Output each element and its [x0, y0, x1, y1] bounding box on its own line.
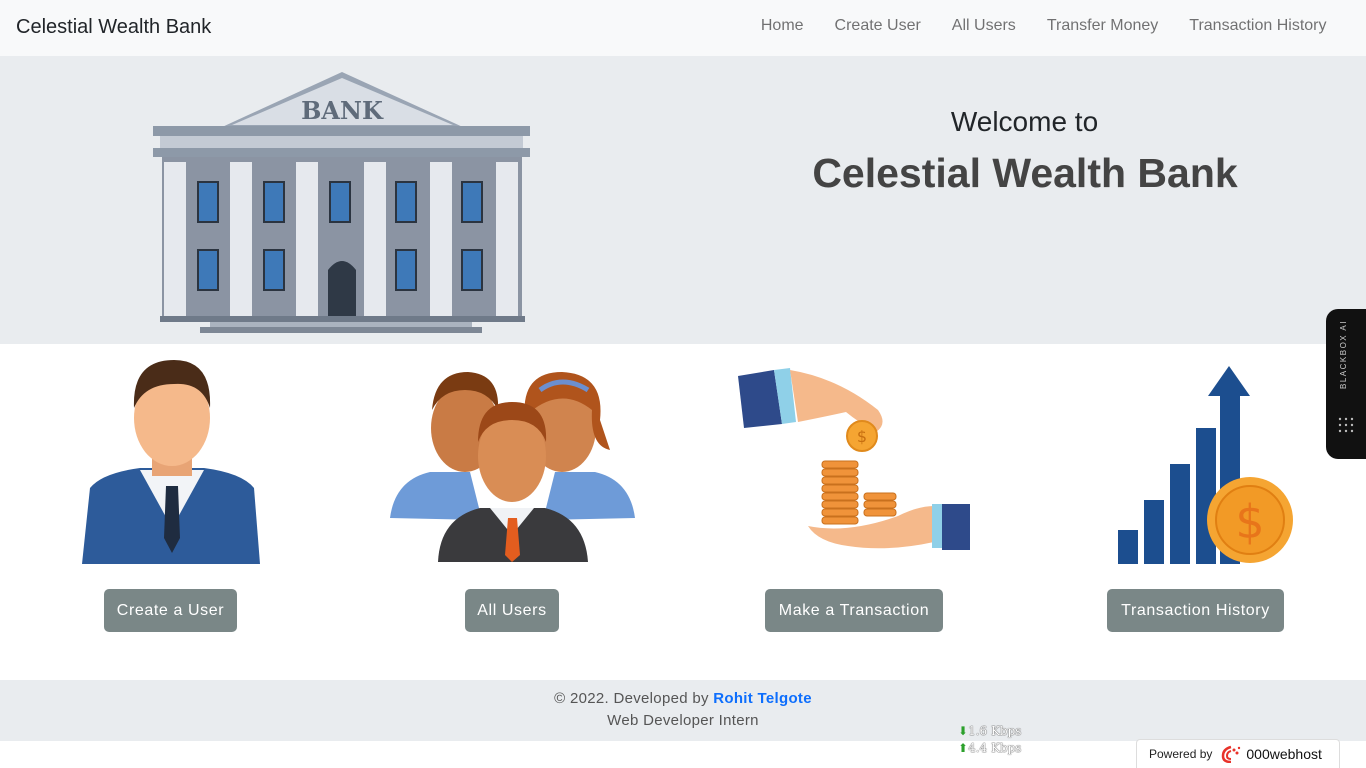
money-transfer-icon: $	[738, 368, 970, 550]
bank-sign: BANK	[301, 96, 384, 125]
speed-down: ⬇1.6 Kbps	[958, 724, 1021, 738]
bank-building-icon: BANK	[153, 72, 530, 333]
nav-link-transaction-history[interactable]: Transaction History	[1174, 17, 1342, 35]
arrow-down-icon: ⬇	[958, 724, 969, 738]
navbar: Celestial Wealth Bank Home Create User A…	[0, 0, 1366, 56]
growth-chart-icon: $	[1118, 366, 1293, 564]
svg-text:$: $	[857, 427, 867, 446]
footer-copyright-line: © 2022. Developed by Rohit Telgote	[0, 690, 1366, 707]
make-transaction-button[interactable]: Make a Transaction	[765, 589, 943, 632]
speed-up-value: 4.4 Kbps	[968, 741, 1022, 755]
navbar-brand[interactable]: Celestial Wealth Bank	[16, 16, 211, 39]
webhost-badge[interactable]: Powered by 000webhost	[1136, 739, 1340, 768]
speed-up: ⬆4.4 Kbps	[958, 741, 1021, 755]
nav-link-home[interactable]: Home	[745, 17, 819, 35]
users-group-icon	[390, 372, 635, 562]
hero-title: Celestial Wealth Bank	[812, 150, 1238, 196]
blackbox-logo-icon	[1338, 417, 1354, 433]
businessman-icon	[82, 360, 260, 564]
nav-links: Home Create User All Users Transfer Mone…	[745, 17, 1342, 35]
developer-link[interactable]: Rohit Telgote	[713, 690, 812, 707]
blackbox-ai-widget[interactable]: BLACKBOX AI	[1326, 309, 1366, 459]
hero-welcome: Welcome to	[950, 106, 1099, 137]
footer-role: Web Developer Intern	[607, 712, 759, 729]
svg-text:$: $	[1235, 495, 1264, 549]
webhost-logo-icon	[1222, 745, 1241, 763]
arrow-up-icon: ⬆	[958, 741, 969, 755]
powered-by-label: Powered by	[1149, 747, 1213, 761]
create-user-button[interactable]: Create a User	[104, 589, 237, 632]
footer-copyright: © 2022. Developed by	[554, 690, 709, 707]
nav-link-create-user[interactable]: Create User	[819, 17, 936, 35]
webhost-name: 000webhost	[1246, 746, 1322, 762]
blackbox-label: BLACKBOX AI	[1339, 320, 1348, 389]
transaction-history-button[interactable]: Transaction History	[1107, 589, 1284, 632]
all-users-button[interactable]: All Users	[465, 589, 559, 632]
footer: © 2022. Developed by Rohit Telgote Web D…	[0, 680, 1366, 741]
speed-down-value: 1.6 Kbps	[968, 724, 1022, 738]
nav-link-all-users[interactable]: All Users	[936, 17, 1031, 35]
nav-link-transfer-money[interactable]: Transfer Money	[1031, 17, 1173, 35]
